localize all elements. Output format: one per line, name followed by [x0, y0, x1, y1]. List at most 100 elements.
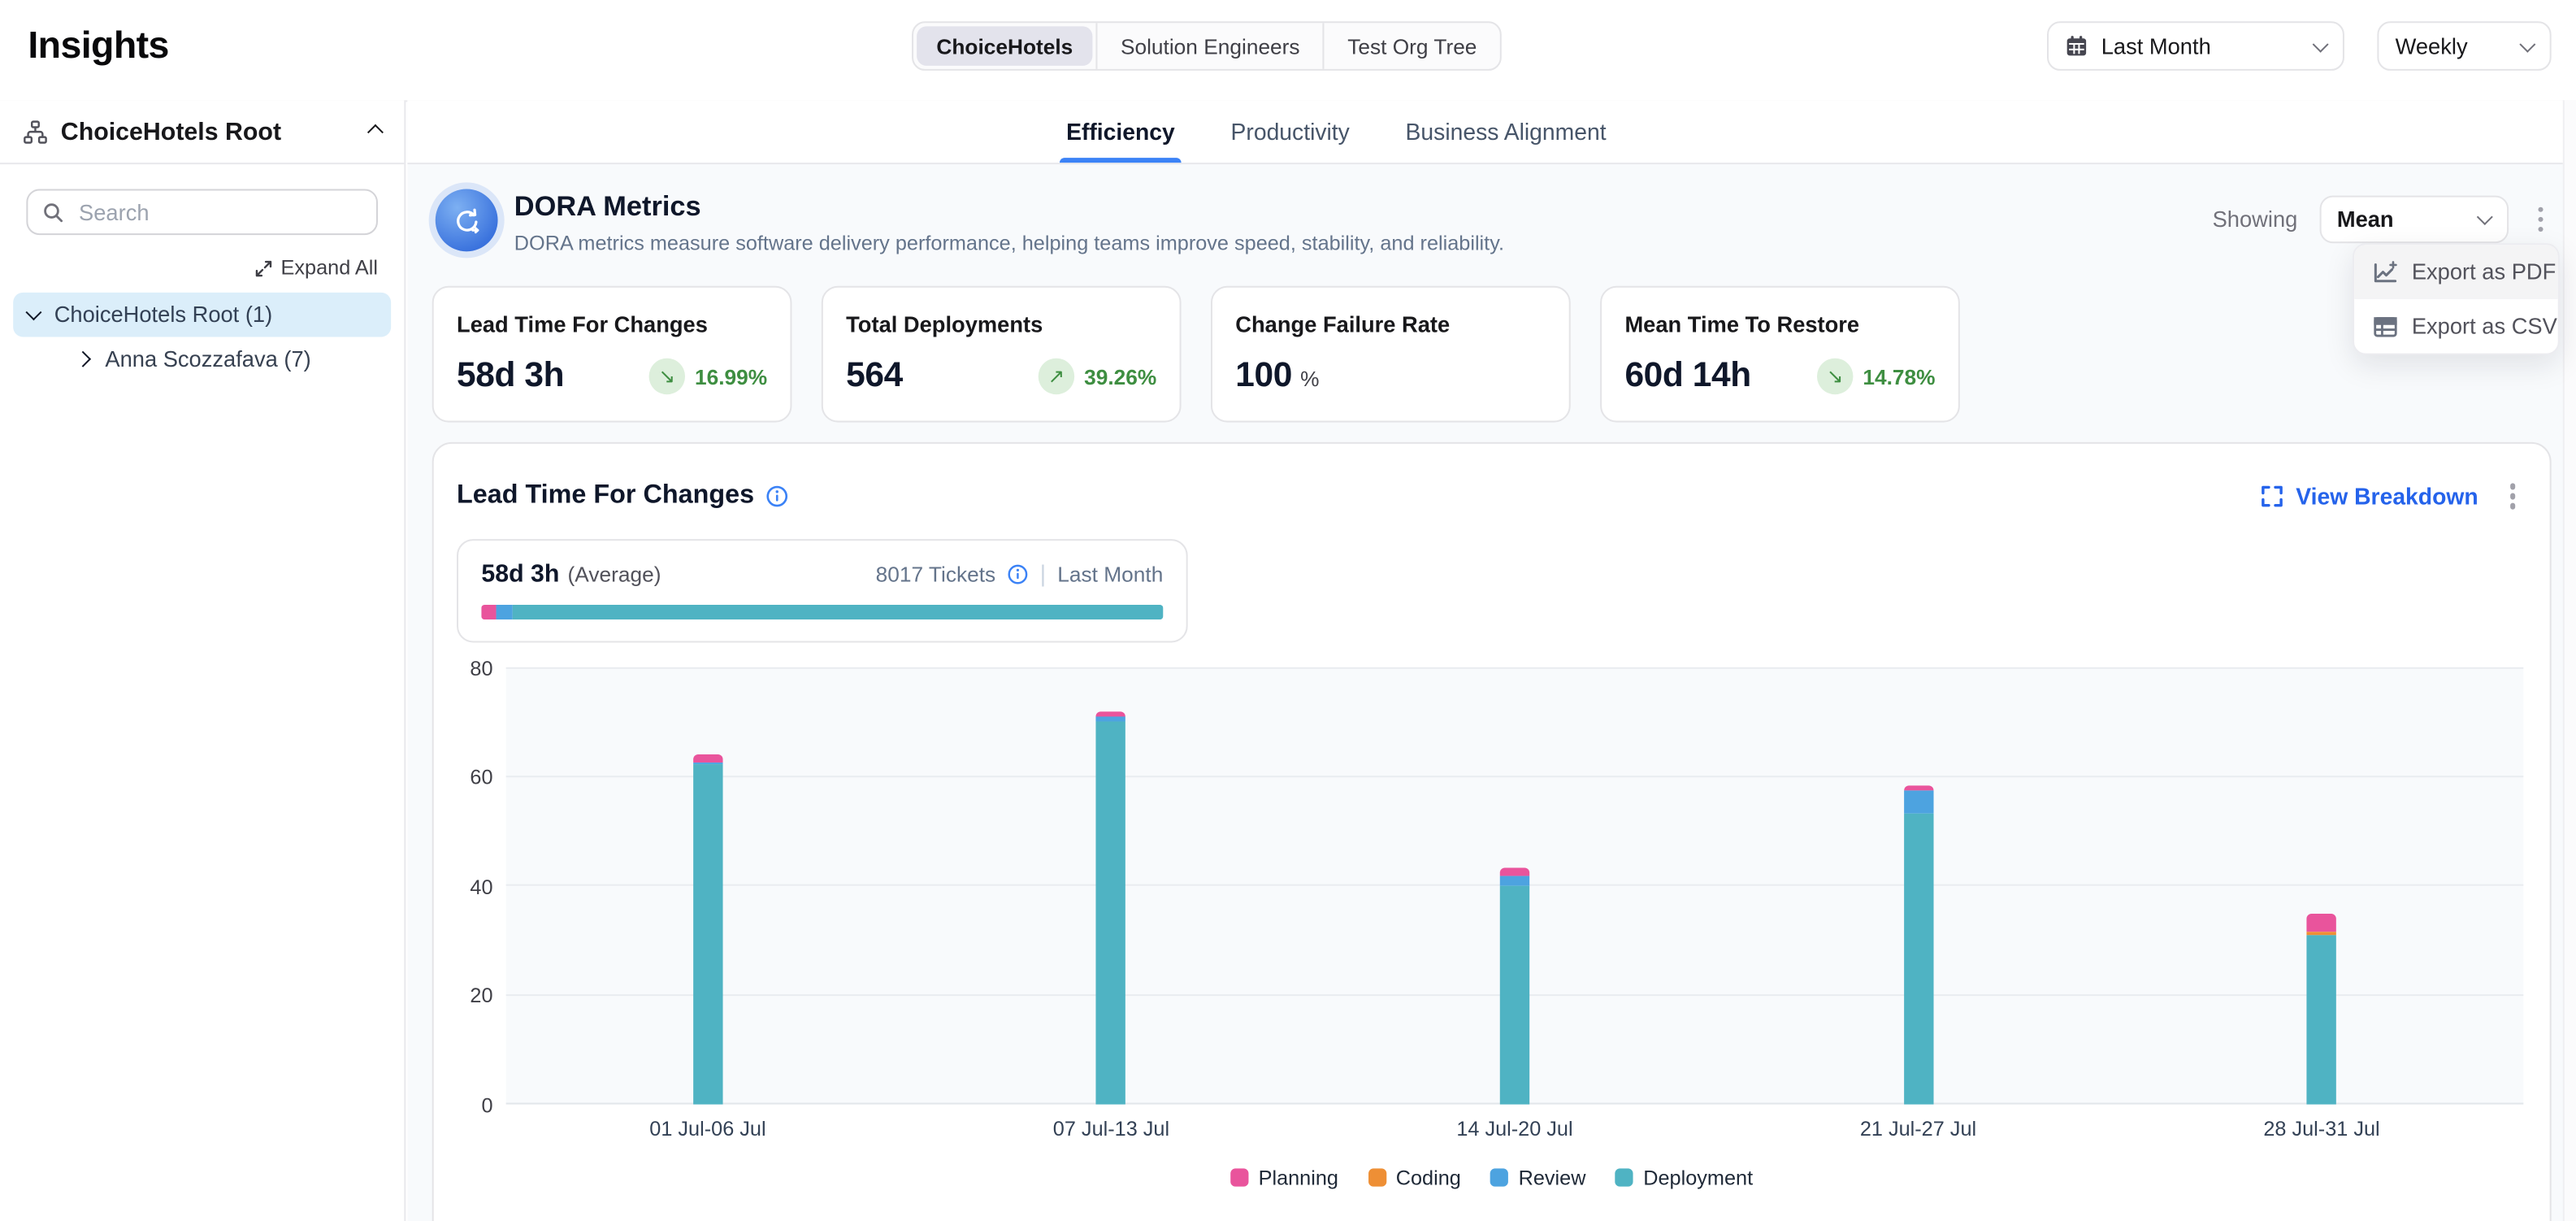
bar-group-1 [506, 667, 910, 1104]
legend-label: Coding [1396, 1166, 1461, 1188]
chevron-down-icon [2519, 36, 2535, 52]
dora-kebab-menu-button[interactable] [2529, 200, 2551, 239]
calendar-icon [2065, 34, 2088, 57]
granularity-value: Weekly [2396, 33, 2468, 58]
stacked-bar [2307, 913, 2336, 1103]
info-icon[interactable] [765, 484, 788, 507]
summary-qualifier: (Average) [568, 561, 661, 585]
main-content: Efficiency Productivity Business Alignment… [407, 100, 2576, 1221]
tree-item-label: Anna Scozzafava (7) [105, 347, 310, 372]
trend-arrow-up-icon: ↗ [1039, 358, 1074, 394]
metric-card-lead-time-for-changes: Lead Time For Changes 58d 3h ↘16.99% [432, 286, 792, 423]
summary-box: 58d 3h (Average) 8017 Tickets | Last Mon… [457, 538, 1188, 641]
chevron-down-icon [2313, 36, 2329, 52]
metric-value: 58d 3h [457, 357, 564, 397]
date-range-select[interactable]: Last Month [2047, 21, 2344, 71]
legend-item-coding[interactable]: Coding [1368, 1166, 1460, 1188]
chevron-down-icon [2476, 209, 2492, 225]
chevron-up-icon[interactable] [367, 124, 384, 140]
segment-divider [1096, 23, 1098, 69]
expand-all-link[interactable]: Expand All [254, 256, 378, 279]
y-axis: 020406080 [457, 667, 506, 1104]
org-tab-choicehotels[interactable]: ChoiceHotels [917, 26, 1092, 66]
granularity-select[interactable]: Weekly [2377, 21, 2551, 71]
metric-value: 60d 14h [1624, 357, 1750, 397]
divider: | [1040, 560, 1046, 586]
stacked-bar [1500, 868, 1529, 1104]
trend-arrow-down-icon: ↘ [648, 358, 684, 394]
legend-item-deployment[interactable]: Deployment [1615, 1166, 1753, 1188]
metric-title: Mean Time To Restore [1624, 312, 1935, 337]
chart-kebab-menu-button[interactable] [2501, 476, 2523, 515]
bar-segment-review [1500, 876, 1529, 884]
segment-divider [1323, 23, 1325, 69]
legend-label: Planning [1259, 1166, 1338, 1188]
bar-segment-planning [1903, 785, 1932, 791]
legend-swatch-review [1490, 1168, 1508, 1186]
tree-item-anna-scozzafava-7[interactable]: Anna Scozzafava (7) [0, 337, 404, 381]
org-tab-test-org-tree[interactable]: Test Org Tree [1328, 26, 1497, 66]
expand-all-label: Expand All [281, 256, 378, 279]
y-tick-label: 60 [470, 766, 492, 789]
legend-swatch-planning [1230, 1168, 1248, 1186]
bar-group-3 [1313, 667, 1717, 1104]
menu-item-label: Export as PDF [2412, 259, 2556, 284]
chart-legend: Planning Coding Review Deployment [434, 1166, 2550, 1188]
search-box [26, 189, 378, 235]
view-breakdown-link[interactable]: View Breakdown [2262, 483, 2478, 509]
tree-item-choicehotels-root-1[interactable]: ChoiceHotels Root (1) [13, 293, 391, 337]
showing-label: Showing [2213, 207, 2298, 232]
view-breakdown-label: View Breakdown [2296, 483, 2478, 509]
x-tick-label: 14 Jul-20 Jul [1313, 1117, 1717, 1140]
x-tick-label: 07 Jul-13 Jul [909, 1117, 1313, 1140]
metric-unit: % [1300, 367, 1319, 391]
chevron-down-icon[interactable] [25, 304, 41, 320]
tickets-count: 8017 Tickets [876, 561, 996, 585]
legend-label: Review [1519, 1166, 1586, 1188]
menu-item-export-as-pdf[interactable]: Export as PDF [2354, 245, 2558, 299]
x-axis-labels: 01 Jul-06 Jul07 Jul-13 Jul14 Jul-20 Jul 2… [506, 1117, 2524, 1140]
bar-segment-deployment [693, 765, 722, 1104]
x-tick-label: 28 Jul-31 Jul [2120, 1117, 2524, 1140]
bar-segment-planning [1500, 868, 1529, 876]
trend-percentage: 14.78% [1863, 364, 1935, 389]
menu-item-export-as-csv[interactable]: Export as CSV [2354, 299, 2558, 354]
metric-title: Total Deployments [846, 312, 1156, 337]
app-window: Insights ChoiceHotelsSolution EngineersT… [0, 0, 2576, 1221]
metric-cards-row: Lead Time For Changes 58d 3h ↘16.99% Total … [432, 286, 2552, 423]
legend-item-planning[interactable]: Planning [1230, 1166, 1338, 1188]
scrollbar-track[interactable] [2563, 100, 2576, 1221]
aggregation-select[interactable]: Mean [2319, 196, 2508, 244]
info-icon[interactable] [1007, 563, 1028, 584]
menu-item-label: Export as CSV [2412, 314, 2557, 338]
metric-value: 564 [846, 357, 903, 397]
tab-business-alignment[interactable]: Business Alignment [1395, 100, 1615, 163]
trend-badge-down: ↘14.78% [1817, 358, 1936, 394]
stacked-bar [1903, 785, 1932, 1104]
metric-title: Lead Time For Changes [457, 312, 767, 337]
dora-header: DORA Metrics DORA metrics measure softwa… [436, 185, 2552, 254]
chevron-right-icon[interactable] [75, 351, 91, 367]
metric-card-change-failure-rate: Change Failure Rate100% [1211, 286, 1571, 423]
stacked-bar [1096, 711, 1125, 1103]
top-bar: Insights ChoiceHotelsSolution EngineersT… [0, 0, 2576, 102]
progress-segment-planning [481, 604, 496, 619]
tab-efficiency[interactable]: Efficiency [1056, 100, 1185, 163]
x-tick-label: 01 Jul-06 Jul [506, 1117, 910, 1140]
bar-segment-deployment [1903, 814, 1932, 1103]
tab-productivity[interactable]: Productivity [1221, 100, 1360, 163]
dora-title: DORA Metrics [514, 185, 1504, 223]
legend-item-review[interactable]: Review [1490, 1166, 1585, 1188]
plot-area [506, 667, 2524, 1104]
trend-badge-down: ↘16.99% [648, 358, 767, 394]
page-title: Insights [28, 23, 168, 67]
org-tab-solution-engineers[interactable]: Solution Engineers [1101, 26, 1320, 66]
bar-group-4 [1716, 667, 2120, 1104]
sidebar-header[interactable]: ChoiceHotels Root [0, 100, 404, 164]
y-tick-label: 0 [481, 1093, 492, 1116]
summary-period: Last Month [1057, 561, 1163, 585]
summary-value: 58d 3h [481, 559, 559, 587]
org-tree: ChoiceHotels Root (1) Anna Scozzafava (7) [0, 293, 404, 381]
export-menu: Export as PDF Export as CSV [2353, 243, 2560, 354]
search-input[interactable] [76, 198, 362, 226]
